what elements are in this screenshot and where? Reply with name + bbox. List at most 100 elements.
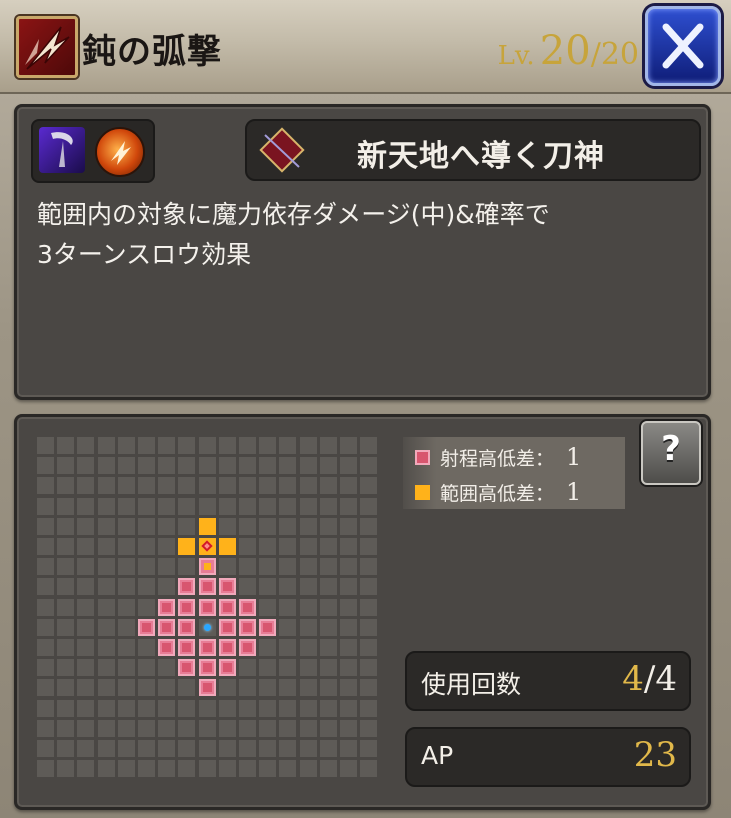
grid-cell xyxy=(259,760,277,778)
grid-cell xyxy=(77,719,95,737)
grid-cell xyxy=(299,740,317,757)
grid-cell xyxy=(178,457,196,475)
grid-cell xyxy=(360,760,378,778)
book-icon xyxy=(259,127,305,173)
grid-cell xyxy=(279,538,297,555)
grid-cell xyxy=(37,740,54,757)
grid-cell xyxy=(198,699,216,717)
grid-cell xyxy=(259,457,277,475)
grid-cell xyxy=(279,517,297,535)
grid-cell xyxy=(218,437,236,454)
uses-max: 4 xyxy=(655,659,677,699)
grid-cell xyxy=(57,618,75,636)
grid-cell xyxy=(319,497,337,515)
grid-cell xyxy=(218,517,236,535)
skill-level: Lv. 20/20 xyxy=(498,28,639,74)
area-swatch xyxy=(415,484,430,500)
grid-cell xyxy=(77,618,95,636)
close-button[interactable] xyxy=(645,6,721,86)
grid-cell xyxy=(198,740,216,757)
grid-cell xyxy=(259,477,277,495)
grid-cell xyxy=(57,457,75,475)
grid-cell xyxy=(57,760,75,778)
grid-cell xyxy=(360,618,378,636)
grid-cell xyxy=(57,517,75,535)
grid-cell xyxy=(158,517,176,535)
grid-cell xyxy=(319,719,337,737)
grid-cell xyxy=(239,578,256,596)
grid-cell xyxy=(77,598,95,616)
grid-cell xyxy=(97,618,115,636)
grid-cell xyxy=(178,558,196,576)
range-cell xyxy=(178,578,196,596)
grid-cell xyxy=(138,598,155,616)
grid-cell xyxy=(340,457,357,475)
grid-cell xyxy=(37,437,54,454)
grid-cell xyxy=(279,598,297,616)
grid-cell xyxy=(138,457,155,475)
grid-cell xyxy=(319,477,337,495)
grid-cell xyxy=(218,699,236,717)
skill-name: 鈍の弧撃 xyxy=(82,32,222,72)
grid-cell xyxy=(319,578,337,596)
grid-cell xyxy=(299,517,317,535)
grid-cell xyxy=(37,639,54,656)
grid-cell xyxy=(138,639,155,656)
range-cell xyxy=(178,598,196,616)
grid-cell xyxy=(360,538,378,555)
grid-cell xyxy=(239,719,256,737)
grid-cell xyxy=(37,699,54,717)
grid-cell xyxy=(77,538,95,555)
grid-cell xyxy=(178,477,196,495)
grid-cell xyxy=(97,517,115,535)
grid-cell xyxy=(279,437,297,454)
grid-cell xyxy=(77,740,95,757)
grid-cell xyxy=(319,538,337,555)
grid-cell xyxy=(57,639,75,656)
legend-area-value: 1 xyxy=(566,478,582,506)
grid-cell xyxy=(340,517,357,535)
grid-cell xyxy=(279,618,297,636)
grid-cell xyxy=(117,760,135,778)
grid-cell xyxy=(299,497,317,515)
source-name: 新天地へ導く刀神 xyxy=(357,139,605,174)
grid-cell xyxy=(178,719,196,737)
grid-cell xyxy=(299,618,317,636)
level-prefix: Lv. xyxy=(497,41,535,71)
grid-cell xyxy=(340,497,357,515)
grid-cell xyxy=(97,598,115,616)
grid-cell xyxy=(239,558,256,576)
grid-cell xyxy=(360,578,378,596)
help-button[interactable]: ? xyxy=(641,421,701,485)
level-separator: / xyxy=(590,37,601,72)
grid-cell xyxy=(340,659,357,677)
grid-cell xyxy=(259,497,277,515)
grid-cell xyxy=(259,659,277,677)
range-cell xyxy=(178,618,196,636)
legend-area-row: 範囲高低差： 1 xyxy=(415,477,581,507)
grid-cell xyxy=(57,598,75,616)
grid-cell xyxy=(158,437,176,454)
range-legend: 射程高低差： 1 範囲高低差： 1 xyxy=(403,437,625,509)
grid-cell xyxy=(319,437,337,454)
grid-cell xyxy=(138,760,155,778)
range-cell xyxy=(239,639,256,656)
uses-stat: 使用回数 4/4 xyxy=(405,651,691,711)
grid-cell xyxy=(279,497,297,515)
grid-cell xyxy=(77,457,95,475)
grid-cell xyxy=(340,477,357,495)
grid-cell xyxy=(340,578,357,596)
grid-cell xyxy=(279,558,297,576)
grid-cell xyxy=(319,558,337,576)
ap-value: 23 xyxy=(633,735,677,775)
grid-cell xyxy=(239,760,256,778)
grid-cell xyxy=(319,639,337,656)
grid-cell xyxy=(97,477,115,495)
grid-cell xyxy=(340,618,357,636)
weapon-scythe-icon xyxy=(39,127,85,173)
grid-cell xyxy=(279,740,297,757)
grid-cell xyxy=(299,477,317,495)
grid-cell xyxy=(198,497,216,515)
grid-cell xyxy=(97,760,115,778)
grid-cell xyxy=(57,699,75,717)
